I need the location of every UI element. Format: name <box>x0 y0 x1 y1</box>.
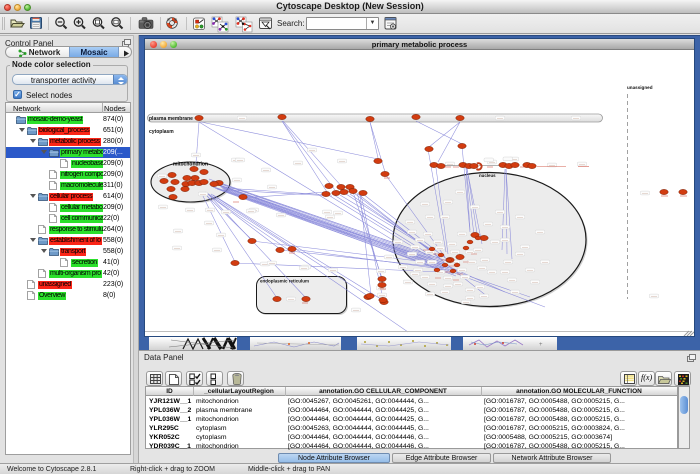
svg-text:nucleus: nucleus <box>479 173 496 178</box>
svg-text:cytoplasm: cytoplasm <box>149 129 174 135</box>
svg-text:+: + <box>539 342 543 348</box>
svg-text:mitochondrion: mitochondrion <box>173 162 208 168</box>
svg-text:plasma membrane: plasma membrane <box>149 116 193 122</box>
svg-text:endoplasmic reticulum: endoplasmic reticulum <box>260 279 309 284</box>
svg-text:unassigned: unassigned <box>627 85 653 90</box>
